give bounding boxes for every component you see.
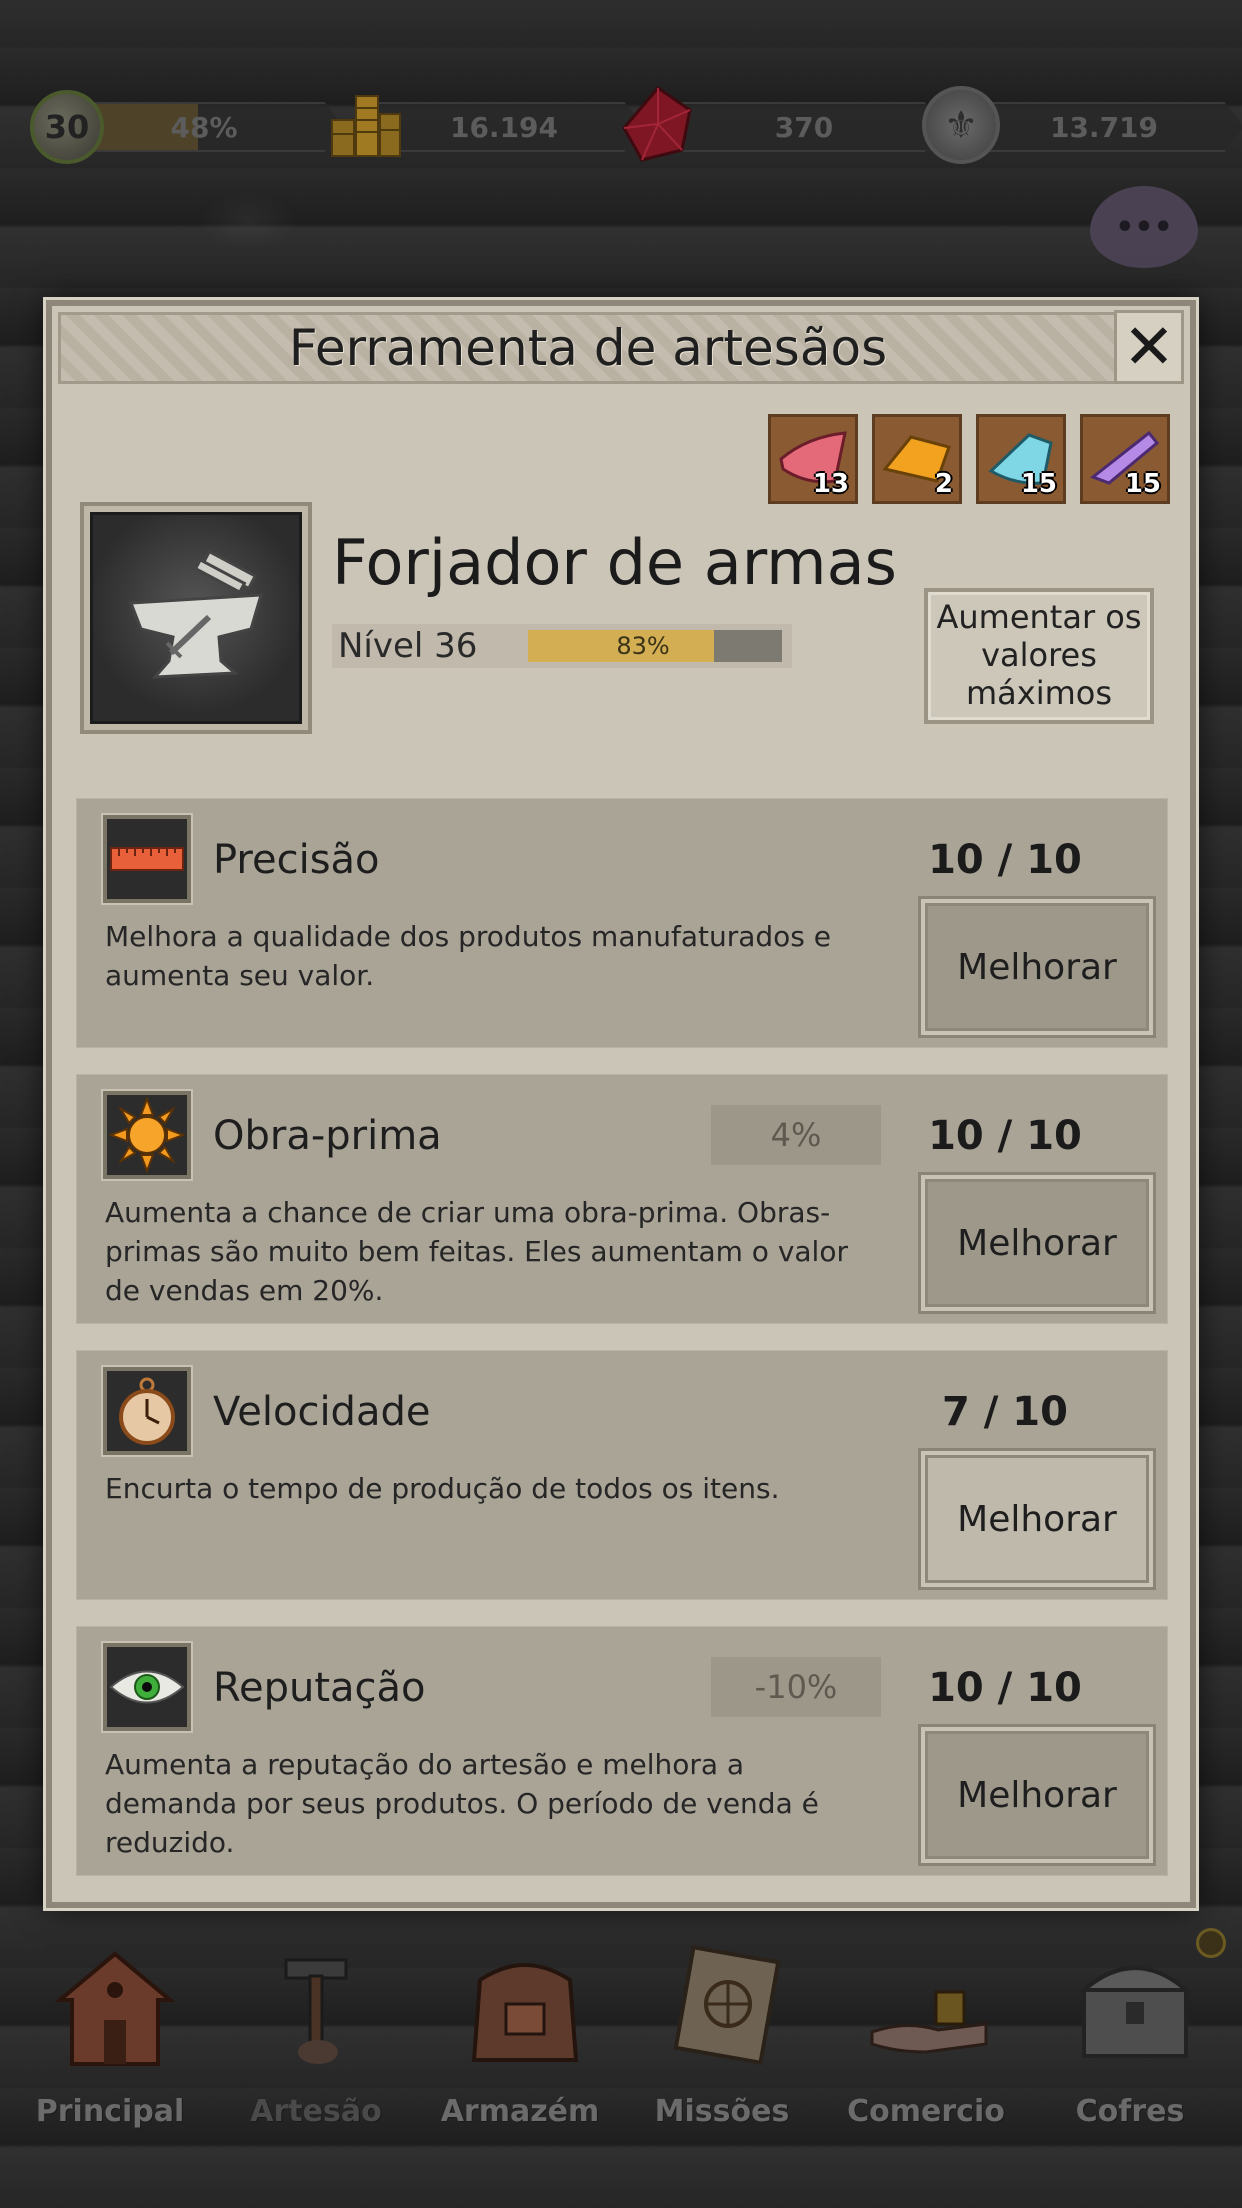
hammer-icon <box>284 1958 348 2064</box>
nav-label: Comercio <box>847 2094 1005 2129</box>
upgrade-reputation-button[interactable]: Melhorar <box>921 1727 1153 1863</box>
backpack-icon <box>471 1963 579 2062</box>
gold-coins-icon <box>331 95 401 157</box>
craft-progress-text: 83% <box>616 632 670 660</box>
material-cyan-cloth[interactable]: 15 <box>976 414 1066 504</box>
upgrade-icon-frame <box>103 1643 191 1731</box>
gem-counter: 370 <box>664 102 944 152</box>
nav-label: Cofres <box>1075 2094 1185 2129</box>
material-purple-cloth[interactable]: 15 <box>1080 414 1170 504</box>
sun-icon <box>109 1097 185 1173</box>
craft-name: Forjador de armas <box>332 526 897 599</box>
upgrade-description: Aumenta a chance de criar uma obra-prima… <box>105 1196 848 1308</box>
gold-value: 16.194 <box>449 110 559 144</box>
upgrade-button-label: Melhorar <box>957 946 1117 988</box>
increase-max-values-label: Aumentar os valores máximos <box>936 598 1142 712</box>
upgrade-bonus-value: -10% <box>754 1668 838 1706</box>
upgrade-bonus: -10% <box>711 1657 881 1717</box>
dialog-header: Ferramenta de artesãos <box>58 312 1118 384</box>
upgrade-button-label: Melhorar <box>957 1498 1117 1540</box>
xp-percent: 48% <box>170 110 238 144</box>
material-count: 15 <box>1020 469 1057 499</box>
craft-progress-bar: 83% <box>528 630 782 662</box>
nav-item-cofres[interactable]: Cofres <box>1030 1940 1230 2180</box>
upgrade-bonus-value: 4% <box>770 1116 822 1154</box>
resource-bar: 30 48% 16.194 370 ⚜ 13.719 <box>24 84 1242 164</box>
increase-max-values-button[interactable]: Aumentar os valores máximos <box>924 588 1154 724</box>
scroll-map-icon <box>673 1944 781 2066</box>
nav-label: Missões <box>654 2094 790 2129</box>
upgrade-icon-frame <box>103 1091 191 1179</box>
upgrade-name: Obra-prima <box>213 1113 442 1159</box>
bottom-navigation: Principal Artesão Armazém Missões Comerc… <box>0 1940 1242 2180</box>
upgrade-name: Velocidade <box>213 1389 431 1435</box>
ruler-icon <box>110 847 184 871</box>
material-count: 13 <box>812 469 849 499</box>
chest-icon <box>1078 1966 1192 2058</box>
material-inventory: 13 2 15 15 <box>768 414 1170 504</box>
token-value: 13.719 <box>1049 110 1159 144</box>
close-icon: ✕ <box>1123 310 1175 383</box>
close-button[interactable]: ✕ <box>1114 310 1184 384</box>
nav-item-armazem[interactable]: Armazém <box>420 1940 620 2180</box>
material-orange-cloth[interactable]: 2 <box>872 414 962 504</box>
player-level-badge[interactable]: 30 <box>30 90 104 164</box>
upgrade-level: 7 / 10 <box>942 1389 1068 1435</box>
upgrade-speed: Velocidade 7 / 10 Encurta o tempo de pro… <box>76 1350 1168 1600</box>
upgrade-reputation: Reputação -10% 10 / 10 Aumenta a reputaç… <box>76 1626 1168 1876</box>
upgrade-name: Precisão <box>213 837 380 883</box>
upgrade-name: Reputação <box>213 1665 426 1711</box>
nav-item-artesao[interactable]: Artesão <box>216 1940 416 2180</box>
token-counter: 13.719 <box>964 102 1242 152</box>
dialog-title: Ferramenta de artesãos <box>288 319 888 377</box>
upgrade-description: Aumenta a reputação do artesão e melhora… <box>105 1748 819 1860</box>
upgrade-masterpiece: Obra-prima 4% 10 / 10 Aumenta a chance d… <box>76 1074 1168 1324</box>
player-level-value: 30 <box>44 108 90 146</box>
material-red-cloth[interactable]: 13 <box>768 414 858 504</box>
xp-bar: 48% <box>64 102 344 152</box>
craft-portrait <box>80 502 312 734</box>
nav-label: Principal <box>35 2094 185 2129</box>
upgrade-precision: Precisão 10 / 10 Melhora a qualidade dos… <box>76 798 1168 1048</box>
craft-level-row: Nível 36 83% <box>332 624 792 668</box>
stopwatch-icon <box>119 1377 175 1445</box>
craft-level-label: Nível 36 <box>338 626 478 666</box>
upgrade-description: Melhora a qualidade dos produtos manufat… <box>105 920 832 993</box>
eye-icon <box>109 1670 185 1704</box>
upgrade-precision-button[interactable]: Melhorar <box>921 899 1153 1035</box>
nav-item-principal[interactable]: Principal <box>10 1940 210 2180</box>
upgrade-masterpiece-button[interactable]: Melhorar <box>921 1175 1153 1311</box>
chat-bubble-icon[interactable]: ••• <box>1090 186 1198 268</box>
gold-counter: 16.194 <box>364 102 644 152</box>
upgrade-level: 10 / 10 <box>928 1113 1082 1159</box>
ruby-gem-icon <box>622 85 692 162</box>
nav-label: Artesão <box>250 2094 382 2129</box>
upgrade-bonus: 4% <box>711 1105 881 1165</box>
trade-hand-icon <box>870 1990 988 2054</box>
material-count: 2 <box>934 469 953 499</box>
nav-item-comercio[interactable]: Comercio <box>826 1940 1026 2180</box>
material-count: 15 <box>1124 469 1161 499</box>
nav-label: Armazém <box>440 2094 600 2129</box>
house-icon <box>54 1951 176 2066</box>
upgrade-level: 10 / 10 <box>928 1665 1082 1711</box>
fleur-de-lis-token-icon: ⚜ <box>922 86 1000 164</box>
upgrade-level: 10 / 10 <box>928 837 1082 883</box>
gem-value: 370 <box>774 110 834 144</box>
upgrade-icon-frame <box>103 815 191 903</box>
upgrade-description: Encurta o tempo de produção de todos os … <box>105 1472 780 1505</box>
upgrade-button-label: Melhorar <box>957 1222 1117 1264</box>
anvil-hammer-icon <box>128 549 264 679</box>
craftsman-tool-dialog: Ferramenta de artesãos ✕ 13 2 15 15 Forj… <box>46 300 1196 1908</box>
nav-item-missoes[interactable]: Missões <box>622 1940 822 2180</box>
upgrade-icon-frame <box>103 1367 191 1455</box>
upgrade-button-label: Melhorar <box>957 1774 1117 1816</box>
upgrade-speed-button[interactable]: Melhorar <box>921 1451 1153 1587</box>
